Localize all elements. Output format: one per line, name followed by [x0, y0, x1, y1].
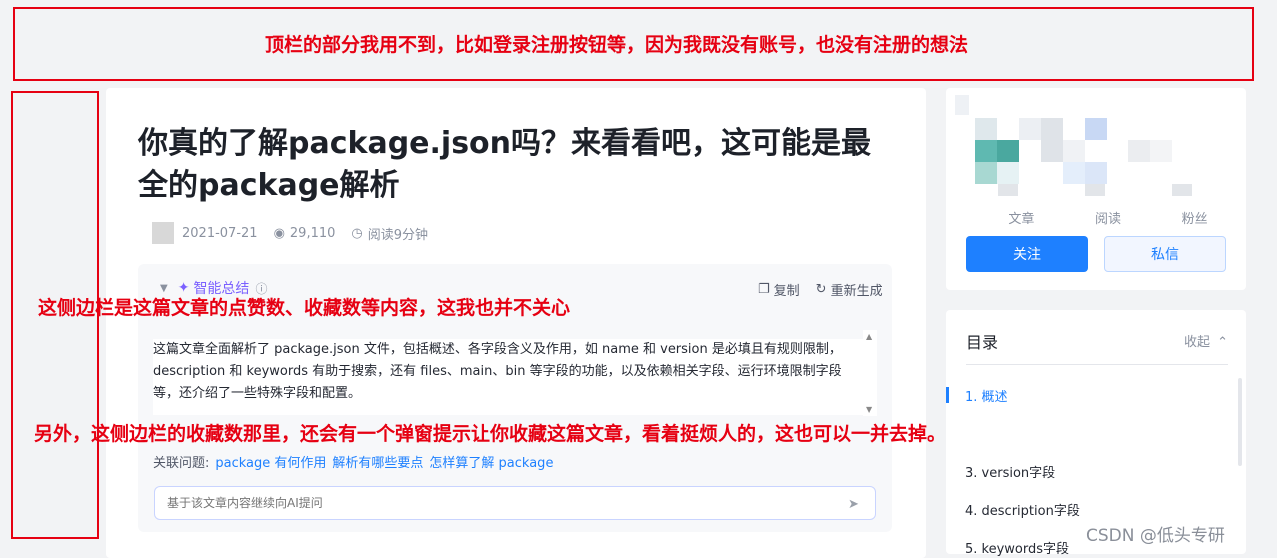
divider: [966, 364, 1228, 365]
popup-annotation-text: 另外，这侧边栏的收藏数那里，还会有一个弹窗提示让你收藏这篇文章，看着挺烦人的，这…: [34, 423, 947, 445]
view-count-wrap: ◉ 29,110: [274, 226, 336, 241]
toc-title: 目录: [966, 333, 999, 352]
related-question-link[interactable]: 怎样算了解 package: [429, 452, 553, 471]
message-button[interactable]: 私信: [1104, 236, 1226, 272]
clock-icon: ◷: [351, 225, 363, 241]
copy-label: 复制: [773, 284, 800, 299]
view-count: 29,110: [289, 225, 336, 241]
toc-scrollbar[interactable]: [1238, 378, 1242, 466]
sidebar-annotation-text: 这侧边栏是这篇文章的点赞数、收藏数等内容，这我也并不关心: [38, 297, 571, 319]
publish-date: 2021-07-21: [182, 225, 258, 241]
eye-icon: ◉: [273, 225, 285, 241]
toc-collapse-button[interactable]: 收起 ⌃: [1184, 331, 1228, 350]
toc-collapse-label: 收起: [1184, 335, 1211, 350]
article-meta: 2021-07-21 ◉ 29,110 ◷ 阅读9分钟: [152, 222, 444, 244]
toc-active-indicator: [946, 387, 949, 403]
author-stats: 文章 阅读 粉丝: [978, 208, 1238, 227]
stat-reads-label: 阅读: [1095, 212, 1122, 227]
related-question-link[interactable]: 解析有哪些要点: [332, 452, 423, 471]
ai-summary-text: 这篇文章全面解析了 package.json 文件，包括概述、各字段含义及作用，…: [153, 339, 863, 415]
related-label: 关联问题:: [153, 456, 210, 471]
stat-fans-label: 粉丝: [1181, 212, 1208, 227]
toc-item[interactable]: 4. description字段: [965, 500, 1080, 519]
related-question-link[interactable]: package 有何作用: [215, 452, 326, 471]
read-time: 阅读9分钟: [367, 227, 429, 243]
topbar-annotation-text: 顶栏的部分我用不到，比如登录注册按钮等，因为我既没有账号，也没有注册的想法: [265, 34, 969, 56]
author-avatar[interactable]: [152, 222, 174, 244]
toc-item[interactable]: 3. version字段: [965, 462, 1055, 481]
refresh-icon: ↻: [815, 282, 827, 297]
summary-scrollbar[interactable]: ▲ ▼: [863, 330, 877, 416]
stat-articles-label: 文章: [1008, 212, 1035, 227]
toc-item[interactable]: 1. 概述: [965, 386, 1008, 405]
toc-item[interactable]: 5. keywords字段: [965, 538, 1069, 557]
article-title: 你真的了解package.json吗？来看看吧，这可能是最全的package解析: [138, 126, 872, 203]
watermark: CSDN @低头专研: [1086, 526, 1225, 546]
regenerate-button[interactable]: ↻ 重新生成: [816, 280, 883, 299]
collapse-icon[interactable]: ▼: [160, 283, 168, 294]
send-icon[interactable]: ➤: [848, 497, 859, 512]
chevron-up-icon: ⌃: [1217, 335, 1229, 350]
ai-question-input[interactable]: [154, 486, 876, 520]
regenerate-label: 重新生成: [830, 284, 883, 299]
copy-button[interactable]: ❐ 复制: [758, 280, 800, 299]
copy-icon: ❐: [758, 282, 770, 297]
ai-summary-tools: ❐ 复制 ↻ 重新生成: [742, 280, 883, 299]
follow-button[interactable]: 关注: [966, 236, 1088, 272]
related-questions: 关联问题: package 有何作用 解析有哪些要点 怎样算了解 package: [153, 452, 553, 471]
read-time-wrap: ◷ 阅读9分钟: [351, 224, 428, 243]
